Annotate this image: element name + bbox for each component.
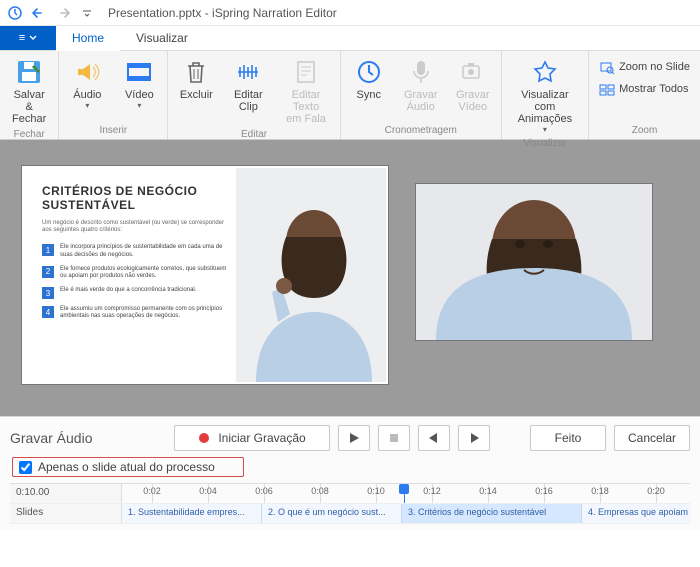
timeline-slide-3[interactable]: 3. Critérios de negócio sustentável bbox=[402, 504, 582, 523]
start-recording-button[interactable]: Iniciar Gravação bbox=[174, 425, 330, 451]
stop-button[interactable] bbox=[378, 425, 410, 451]
done-button[interactable]: Feito bbox=[530, 425, 606, 451]
only-current-slide-input[interactable] bbox=[19, 461, 32, 474]
timeline-time-label: 0:10.00 bbox=[10, 484, 122, 503]
zoom-slide-button[interactable]: Zoom no Slide bbox=[593, 57, 696, 77]
cancel-button[interactable]: Cancelar bbox=[614, 425, 690, 451]
insert-audio-button[interactable]: Áudio ▾ bbox=[63, 53, 111, 112]
record-audio-button: Gravar Áudio bbox=[397, 53, 445, 115]
presenter-image bbox=[236, 168, 386, 382]
undo-button[interactable] bbox=[28, 2, 50, 24]
timeline-slide-1[interactable]: 1. Sustentabilidade empres... bbox=[122, 504, 262, 523]
prev-slide-button[interactable] bbox=[418, 425, 450, 451]
next-slide-button[interactable] bbox=[458, 425, 490, 451]
clock-icon[interactable] bbox=[4, 2, 26, 24]
qat-more-button[interactable] bbox=[76, 2, 98, 24]
file-tab[interactable]: ≡ bbox=[0, 26, 56, 50]
sync-button[interactable]: Sync bbox=[345, 53, 393, 103]
only-current-slide-checkbox[interactable]: Apenas o slide atual do processo bbox=[12, 457, 244, 477]
play-button[interactable] bbox=[338, 425, 370, 451]
save-close-button[interactable]: Salvar & Fechar bbox=[4, 53, 54, 127]
redo-button[interactable] bbox=[52, 2, 74, 24]
slide-preview: CRITÉRIOS DE NEGÓCIO SUSTENTÁVEL Um negó… bbox=[22, 166, 388, 384]
show-all-button[interactable]: Mostrar Todos bbox=[593, 79, 696, 99]
timeline-slide-2[interactable]: 2. O que é um negócio sust... bbox=[262, 504, 402, 523]
tab-view[interactable]: Visualizar bbox=[120, 26, 204, 50]
video-preview bbox=[416, 184, 652, 340]
timeline-slides-label: Slides bbox=[10, 504, 122, 523]
tab-home[interactable]: Home bbox=[56, 26, 120, 50]
edit-speech-button: Editar Texto em Fala bbox=[276, 53, 335, 127]
edit-clip-button[interactable]: Editar Clip bbox=[224, 53, 272, 115]
timeline-slide-4[interactable]: 4. Empresas que apoiam c bbox=[582, 504, 690, 523]
window-title: Presentation.pptx - iSpring Narration Ed… bbox=[108, 6, 337, 20]
delete-button[interactable]: Excluir bbox=[172, 53, 220, 103]
timeline-ruler[interactable]: 0:020:040:060:080:100:120:140:160:180:20 bbox=[122, 484, 690, 503]
record-header: Gravar Áudio bbox=[10, 430, 166, 446]
record-video-button: Gravar Vídeo bbox=[449, 53, 497, 115]
preview-animations-button[interactable]: Visualizar com Animações ▾ bbox=[506, 53, 584, 136]
insert-video-button[interactable]: Vídeo ▾ bbox=[115, 53, 163, 112]
slide-title: CRITÉRIOS DE NEGÓCIO SUSTENTÁVEL bbox=[42, 184, 228, 212]
